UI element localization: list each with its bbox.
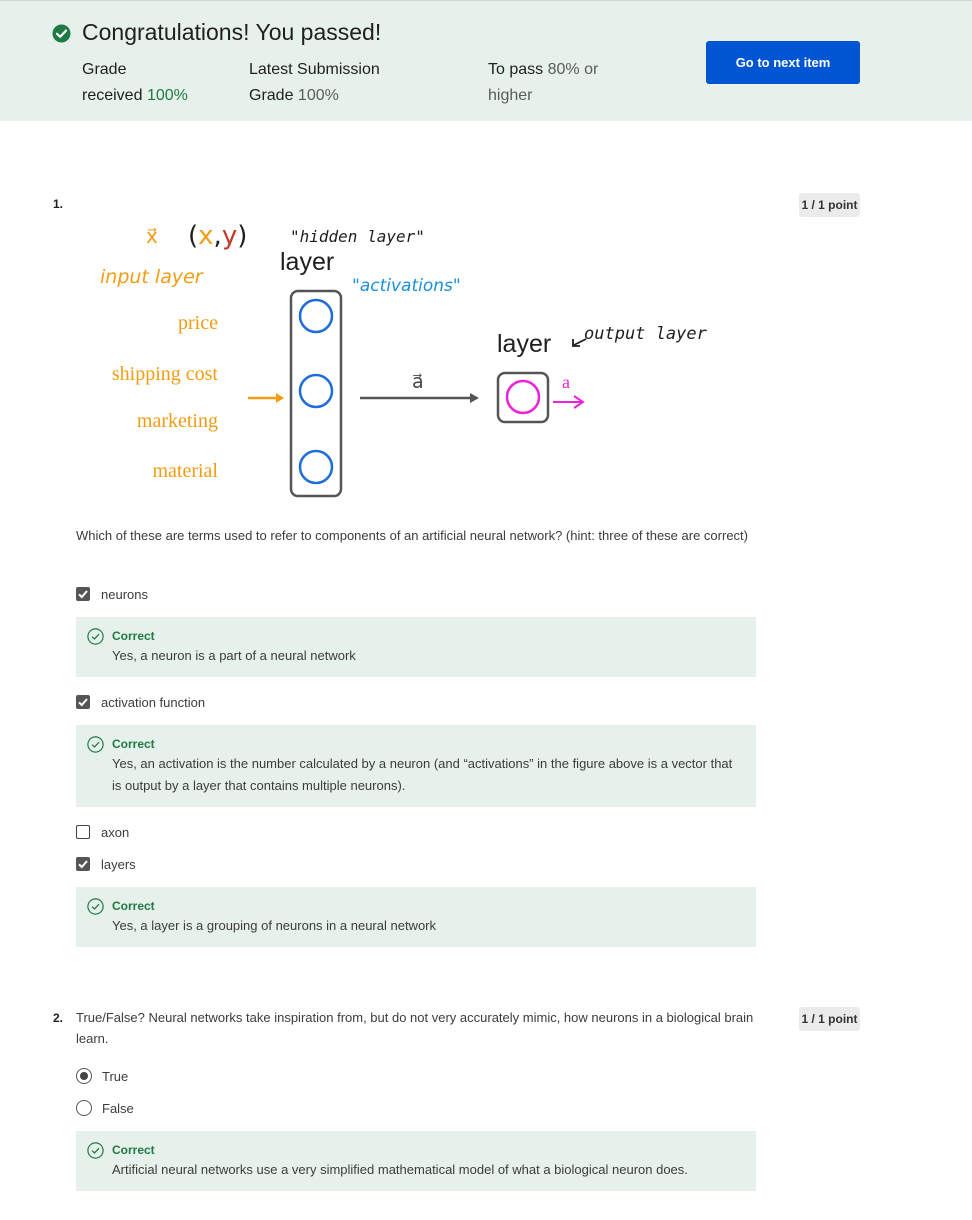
feature-marketing: marketing — [137, 410, 218, 432]
latest-label: Latest Submission — [249, 61, 380, 78]
question-number: 2. — [53, 1011, 64, 1025]
check-circle-outline-icon — [87, 736, 104, 753]
check-circle-icon — [52, 24, 71, 43]
checkmark-icon — [78, 590, 88, 599]
feature-shipping-cost: shipping cost — [112, 363, 219, 385]
pass-threshold: To pass 80% or higher — [488, 57, 598, 109]
result-banner: Congratulations! You passed! Grade recei… — [0, 0, 972, 121]
grade-received-label: Grade — [82, 61, 127, 78]
checkmark-icon — [78, 860, 88, 869]
feedback-correct: Correct Yes, an activation is the number… — [76, 725, 756, 807]
check-circle-outline-icon — [87, 1142, 104, 1159]
feedback-correct: Correct Artificial neural networks use a… — [76, 1131, 756, 1191]
hidden-neuron-1 — [298, 298, 334, 334]
input-layer-label: input layer — [100, 266, 204, 288]
feedback-text: Yes, a neuron is a part of a neural netw… — [112, 648, 356, 663]
hidden-neuron-3 — [298, 449, 334, 485]
to-pass-value-2: higher — [488, 87, 533, 104]
feature-material: material — [152, 460, 218, 482]
latest-label-2: Grade — [249, 87, 294, 104]
feedback-correct: Correct Yes, a neuron is a part of a neu… — [76, 617, 756, 677]
points-badge: 1 / 1 point — [799, 1007, 860, 1031]
to-pass-value: 80% or — [547, 61, 599, 78]
grade-received-value: 100% — [146, 87, 188, 104]
option-label: axon — [101, 824, 130, 840]
grade-received-label-2: received — [82, 87, 143, 104]
option-label: layers — [101, 856, 136, 872]
go-to-next-item-button[interactable]: Go to next item — [706, 41, 860, 84]
feedback-text: Yes, a layer is a grouping of neurons in… — [112, 918, 436, 933]
question-text: True/False? Neural networks take inspira… — [76, 1010, 754, 1046]
option-label: activation function — [101, 694, 206, 710]
grade-received: Grade received 100% — [82, 57, 188, 109]
x-vector-label: x⃗ — [146, 224, 158, 248]
to-pass-label: To pass — [488, 61, 544, 78]
question-text: Which of these are terms used to refer t… — [76, 528, 748, 543]
latest-submission-grade: Latest Submission Grade 100% — [249, 57, 380, 109]
check-circle-outline-icon — [87, 898, 104, 915]
hidden-neuron-2 — [298, 373, 334, 409]
latest-value: 100% — [297, 87, 339, 104]
radio-unselected[interactable] — [76, 1100, 92, 1116]
option-neurons[interactable]: neurons — [76, 585, 148, 603]
option-label: neurons — [101, 586, 148, 602]
output-layer-label: output layer — [584, 324, 708, 344]
feedback-label: Correct — [112, 629, 155, 643]
checkmark-icon — [78, 698, 88, 707]
checkbox-unchecked[interactable] — [76, 825, 90, 839]
radio-selected[interactable] — [76, 1068, 92, 1084]
feedback-correct: Correct Yes, a layer is a grouping of ne… — [76, 887, 756, 947]
question-number: 1. — [53, 197, 64, 211]
activation-vector-arrow-icon — [360, 393, 479, 403]
hidden-layer-label: "hidden layer" — [290, 227, 425, 246]
checkbox-checked[interactable] — [76, 857, 90, 871]
output-a-label: a — [562, 372, 570, 392]
option-false[interactable]: False — [76, 1099, 134, 1117]
feedback-label: Correct — [112, 1143, 155, 1157]
feedback-text: Yes, an activation is the number calcula… — [112, 756, 733, 793]
points-badge: 1 / 1 point — [799, 193, 860, 217]
input-arrow-icon — [248, 393, 284, 403]
output-neuron — [505, 379, 541, 415]
pass-title: Congratulations! You passed! — [82, 19, 382, 45]
feedback-label: Correct — [112, 899, 155, 913]
checkbox-checked[interactable] — [76, 587, 90, 601]
output-layer-title: layer — [497, 330, 551, 358]
xy-label: (x,y) — [188, 221, 247, 251]
option-label: True — [102, 1068, 129, 1084]
feedback-label: Correct — [112, 737, 155, 751]
hidden-layer-title: layer — [280, 248, 334, 276]
checkbox-checked[interactable] — [76, 695, 90, 709]
feedback-text: Artificial neural networks use a very si… — [112, 1162, 688, 1177]
feature-price: price — [178, 312, 218, 334]
neural-network-diagram: x⃗ (x,y) "hidden layer" layer input laye… — [100, 221, 708, 498]
option-true[interactable]: True — [76, 1067, 128, 1085]
hidden-layer-box — [289, 289, 343, 498]
option-label: False — [102, 1100, 134, 1116]
radio-dot — [80, 1072, 88, 1080]
output-arrow-icon — [553, 395, 585, 409]
activations-label: "activations" — [352, 276, 461, 296]
option-axon[interactable]: axon — [76, 823, 129, 841]
option-activation-function[interactable]: activation function — [76, 693, 205, 711]
activation-vector-label: a⃗ — [412, 372, 424, 393]
option-layers[interactable]: layers — [76, 855, 136, 873]
check-circle-outline-icon — [87, 628, 104, 645]
